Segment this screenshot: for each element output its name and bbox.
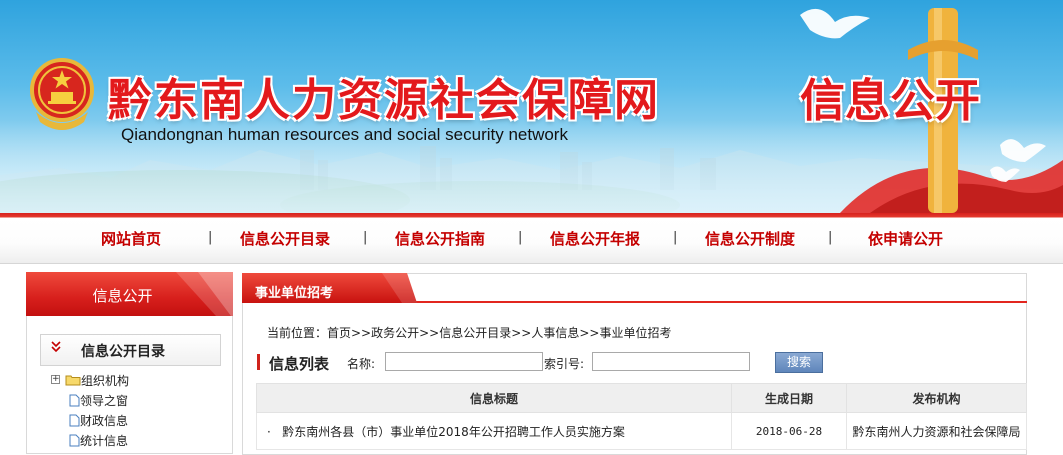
search-bar: 信息列表 名称: 索引号: 搜索: [257, 352, 1027, 374]
sidebar-directory-label: 信息公开目录: [81, 344, 165, 360]
search-title-marker: [257, 354, 260, 370]
sidebar-title: 信息公开: [92, 287, 153, 305]
index-number-input[interactable]: [592, 352, 750, 371]
national-emblem-icon: [30, 58, 94, 130]
search-button[interactable]: 搜索: [775, 352, 823, 373]
nav-separator: |: [673, 230, 678, 245]
nav-item-system[interactable]: 信息公开制度: [705, 228, 795, 249]
name-search-input[interactable]: [385, 352, 543, 371]
site-subtitle: Qiandongnan human resources and social s…: [121, 125, 568, 144]
tree-item-label: 统计信息: [80, 434, 129, 448]
tree-item-label: 领导之窗: [80, 394, 129, 408]
tree-item-statistics[interactable]: 统计信息: [69, 432, 128, 449]
tree-item-finance[interactable]: 财政信息: [69, 412, 128, 429]
sidebar: 信息公开 信息公开目录 + 组织机构 领导之窗 财政信息 统计信息: [26, 272, 233, 454]
header-banner: 黔东南人力资源社会保障网 Qiandongnan human resources…: [0, 0, 1063, 213]
nav-separator: |: [828, 230, 833, 245]
tree-expand-toggle[interactable]: +: [51, 375, 60, 384]
nav-item-apply[interactable]: 依申请公开: [868, 228, 943, 249]
sidebar-header: 信息公开: [26, 272, 233, 316]
nav-separator: |: [208, 230, 213, 245]
table-header-row: 信息标题 生成日期 发布机构: [256, 383, 1027, 413]
column-header-org: 发布机构: [846, 383, 1027, 413]
name-label: 名称:: [347, 357, 376, 371]
nav-separator: |: [363, 230, 368, 245]
row-title-cell: · 黔东南州各县（市）事业单位2018年公开招聘工作人员实施方案: [256, 412, 732, 450]
panel-title: 事业单位招考: [255, 286, 334, 301]
nav-item-guide[interactable]: 信息公开指南: [395, 228, 485, 249]
nav-item-annual-report[interactable]: 信息公开年报: [550, 228, 640, 249]
row-title-link[interactable]: 黔东南州各县（市）事业单位2018年公开招聘工作人员实施方案: [282, 425, 625, 439]
document-icon: [69, 394, 80, 407]
index-number-label: 索引号:: [544, 357, 585, 371]
folder-icon: [65, 375, 81, 386]
row-bullet: ·: [267, 424, 271, 439]
nav-separator: |: [518, 230, 523, 245]
tree-item-leadership[interactable]: 领导之窗: [69, 392, 128, 409]
table-row: · 黔东南州各县（市）事业单位2018年公开招聘工作人员实施方案 2018-06…: [256, 412, 1027, 450]
breadcrumb: 当前位置：首页>>政务公开>>信息公开目录>>人事信息>>事业单位招考: [267, 326, 672, 340]
site-title: 黔东南人力资源社会保障网: [108, 75, 660, 126]
column-header-title: 信息标题: [256, 383, 732, 413]
tree-item-label: 财政信息: [80, 414, 129, 428]
column-header-date: 生成日期: [731, 383, 847, 413]
main-panel: 事业单位招考 当前位置：首页>>政务公开>>信息公开目录>>人事信息>>事业单位…: [242, 273, 1027, 455]
nav-item-directory[interactable]: 信息公开目录: [240, 228, 330, 249]
section-title: 信息公开: [800, 74, 981, 127]
info-table: 信息标题 生成日期 发布机构 · 黔东南州各县（市）事业单位2018年公开招聘工…: [256, 383, 1027, 450]
row-org-cell: 黔东南州人力资源和社会保障局: [846, 412, 1027, 450]
tree-item-organization[interactable]: 组织机构: [65, 372, 129, 389]
tree-item-label: 组织机构: [81, 374, 130, 388]
document-icon: [69, 434, 80, 447]
nav-item-home[interactable]: 网站首页: [101, 228, 161, 249]
document-icon: [69, 414, 80, 427]
row-date-cell: 2018-06-28: [731, 412, 847, 450]
main-nav: 网站首页 | 信息公开目录 | 信息公开指南 | 信息公开年报 | 信息公开制度…: [0, 213, 1063, 264]
sidebar-directory-button[interactable]: 信息公开目录: [40, 334, 221, 366]
double-chevron-down-icon: [51, 341, 61, 356]
search-title: 信息列表: [269, 355, 330, 373]
